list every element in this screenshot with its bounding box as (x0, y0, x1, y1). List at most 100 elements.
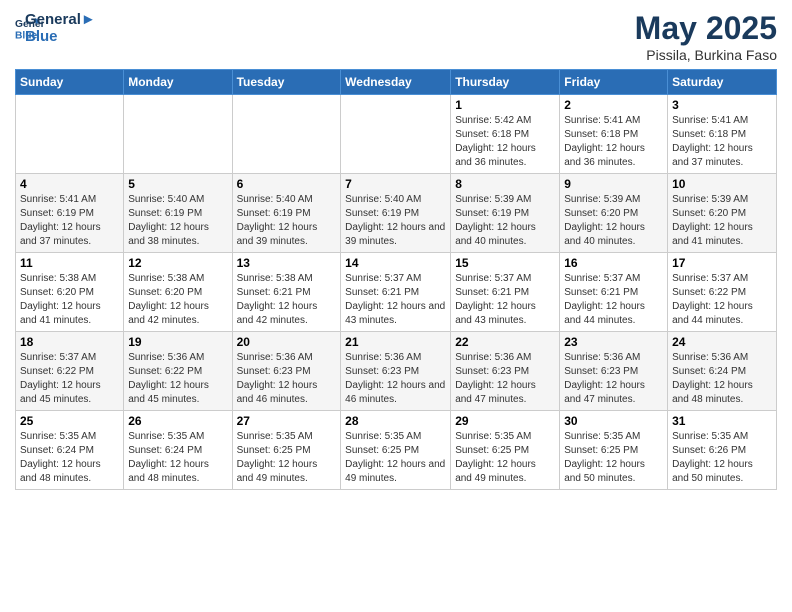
day-number: 23 (564, 335, 663, 349)
day-number: 12 (128, 256, 227, 270)
table-row (124, 95, 232, 174)
col-thursday: Thursday (451, 70, 560, 95)
table-row: 31 Sunrise: 5:35 AM Sunset: 6:26 PM Dayli… (668, 411, 777, 490)
table-row: 26Sunrise: 5:35 AM Sunset: 6:24 PM Dayli… (124, 411, 232, 490)
day-number: 9 (564, 177, 663, 191)
day-number: 7 (345, 177, 446, 191)
day-number: 22 (455, 335, 555, 349)
day-info: Sunrise: 5:37 AM Sunset: 6:22 PM Dayligh… (20, 351, 119, 407)
day-info: Sunrise: 5:37 AM Sunset: 6:21 PM Dayligh… (345, 272, 446, 328)
day-number: 19 (128, 335, 227, 349)
day-number: 29 (455, 414, 555, 428)
table-row: 7 Sunrise: 5:40 AM Sunset: 6:19 PM Daylig… (341, 174, 451, 253)
col-monday: Monday (124, 70, 232, 95)
table-row: 9 Sunrise: 5:39 AM Sunset: 6:20 PM Daylig… (560, 174, 668, 253)
table-row: 14 Sunrise: 5:37 AM Sunset: 6:21 PM Dayli… (341, 253, 451, 332)
day-info: Sunrise: 5:41 AM Sunset: 6:19 PM Dayligh… (20, 193, 119, 249)
day-info: Sunrise: 5:35 AM Sunset: 6:24 PM Dayligh… (20, 430, 119, 486)
day-number: 11 (20, 256, 119, 270)
table-row: 20 Sunrise: 5:36 AM Sunset: 6:23 PM Dayli… (232, 332, 341, 411)
day-info: Sunrise: 5:40 AM Sunset: 6:19 PM Dayligh… (128, 193, 227, 249)
day-info: Sunrise: 5:40 AM Sunset: 6:19 PM Dayligh… (237, 193, 337, 249)
table-row: 1 Sunrise: 5:42 AM Sunset: 6:18 PM Daylig… (451, 95, 560, 174)
day-number: 10 (672, 177, 772, 191)
calendar-week-1: 1 Sunrise: 5:42 AM Sunset: 6:18 PM Daylig… (16, 95, 777, 174)
day-info: Sunrise: 5:37 AM Sunset: 6:21 PM Dayligh… (455, 272, 555, 328)
day-number: 17 (672, 256, 772, 270)
header: General Blue General► Blue May 2025 Piss… (15, 10, 777, 63)
table-row: 28 Sunrise: 5:35 AM Sunset: 6:25 PM Dayli… (341, 411, 451, 490)
day-number: 5 (128, 177, 227, 191)
table-row: 3Sunrise: 5:41 AM Sunset: 6:18 PM Daylig… (668, 95, 777, 174)
table-row: 6 Sunrise: 5:40 AM Sunset: 6:19 PM Daylig… (232, 174, 341, 253)
day-info: Sunrise: 5:38 AM Sunset: 6:20 PM Dayligh… (128, 272, 227, 328)
col-tuesday: Tuesday (232, 70, 341, 95)
table-row: 27Sunrise: 5:35 AM Sunset: 6:25 PM Dayli… (232, 411, 341, 490)
table-row: 30 Sunrise: 5:35 AM Sunset: 6:25 PM Dayli… (560, 411, 668, 490)
day-number: 16 (564, 256, 663, 270)
table-row: 25 Sunrise: 5:35 AM Sunset: 6:24 PM Dayli… (16, 411, 124, 490)
title-block: May 2025 Pissila, Burkina Faso (635, 10, 777, 63)
day-number: 26 (128, 414, 227, 428)
calendar-week-3: 11 Sunrise: 5:38 AM Sunset: 6:20 PM Dayli… (16, 253, 777, 332)
day-info: Sunrise: 5:42 AM Sunset: 6:18 PM Dayligh… (455, 114, 555, 170)
day-info: Sunrise: 5:35 AM Sunset: 6:25 PM Dayligh… (345, 430, 446, 486)
day-number: 18 (20, 335, 119, 349)
day-info: Sunrise: 5:39 AM Sunset: 6:20 PM Dayligh… (564, 193, 663, 249)
table-row: 19 Sunrise: 5:36 AM Sunset: 6:22 PM Dayli… (124, 332, 232, 411)
day-number: 25 (20, 414, 119, 428)
day-number: 21 (345, 335, 446, 349)
day-info: Sunrise: 5:36 AM Sunset: 6:22 PM Dayligh… (128, 351, 227, 407)
day-info: Sunrise: 5:37 AM Sunset: 6:22 PM Dayligh… (672, 272, 772, 328)
table-row: 4 Sunrise: 5:41 AM Sunset: 6:19 PM Daylig… (16, 174, 124, 253)
day-number: 13 (237, 256, 337, 270)
day-number: 28 (345, 414, 446, 428)
day-info: Sunrise: 5:36 AM Sunset: 6:23 PM Dayligh… (345, 351, 446, 407)
day-number: 6 (237, 177, 337, 191)
day-info: Sunrise: 5:36 AM Sunset: 6:23 PM Dayligh… (564, 351, 663, 407)
month-title: May 2025 (635, 10, 777, 47)
calendar-week-5: 25 Sunrise: 5:35 AM Sunset: 6:24 PM Dayli… (16, 411, 777, 490)
day-number: 15 (455, 256, 555, 270)
table-row: 12 Sunrise: 5:38 AM Sunset: 6:20 PM Dayli… (124, 253, 232, 332)
day-number: 31 (672, 414, 772, 428)
day-number: 30 (564, 414, 663, 428)
calendar-week-2: 4 Sunrise: 5:41 AM Sunset: 6:19 PM Daylig… (16, 174, 777, 253)
day-info: Sunrise: 5:36 AM Sunset: 6:23 PM Dayligh… (455, 351, 555, 407)
day-info: Sunrise: 5:39 AM Sunset: 6:19 PM Dayligh… (455, 193, 555, 249)
day-info: Sunrise: 5:35 AM Sunset: 6:25 PM Dayligh… (237, 430, 337, 486)
table-row: 15 Sunrise: 5:37 AM Sunset: 6:21 PM Dayli… (451, 253, 560, 332)
table-row: 8 Sunrise: 5:39 AM Sunset: 6:19 PM Daylig… (451, 174, 560, 253)
logo: General Blue General► Blue (15, 10, 96, 45)
table-row: 21 Sunrise: 5:36 AM Sunset: 6:23 PM Dayli… (341, 332, 451, 411)
day-info: Sunrise: 5:35 AM Sunset: 6:25 PM Dayligh… (455, 430, 555, 486)
location: Pissila, Burkina Faso (635, 47, 777, 63)
table-row (341, 95, 451, 174)
day-number: 3 (672, 98, 772, 112)
day-info: Sunrise: 5:38 AM Sunset: 6:20 PM Dayligh… (20, 272, 119, 328)
calendar-table: Sunday Monday Tuesday Wednesday Thursday… (15, 69, 777, 490)
day-info: Sunrise: 5:35 AM Sunset: 6:26 PM Dayligh… (672, 430, 772, 486)
day-info: Sunrise: 5:36 AM Sunset: 6:23 PM Dayligh… (237, 351, 337, 407)
table-row: 24 Sunrise: 5:36 AM Sunset: 6:24 PM Dayli… (668, 332, 777, 411)
day-number: 20 (237, 335, 337, 349)
table-row: 29 Sunrise: 5:35 AM Sunset: 6:25 PM Dayli… (451, 411, 560, 490)
logo-text: General► (25, 12, 96, 29)
logo-blue-text: Blue (25, 29, 96, 46)
table-row (16, 95, 124, 174)
day-info: Sunrise: 5:40 AM Sunset: 6:19 PM Dayligh… (345, 193, 446, 249)
day-info: Sunrise: 5:41 AM Sunset: 6:18 PM Dayligh… (564, 114, 663, 170)
col-wednesday: Wednesday (341, 70, 451, 95)
table-row: 23 Sunrise: 5:36 AM Sunset: 6:23 PM Dayli… (560, 332, 668, 411)
day-info: Sunrise: 5:35 AM Sunset: 6:25 PM Dayligh… (564, 430, 663, 486)
day-number: 24 (672, 335, 772, 349)
day-number: 4 (20, 177, 119, 191)
table-row: 13Sunrise: 5:38 AM Sunset: 6:21 PM Dayli… (232, 253, 341, 332)
day-number: 1 (455, 98, 555, 112)
col-friday: Friday (560, 70, 668, 95)
day-number: 8 (455, 177, 555, 191)
table-row: 22 Sunrise: 5:36 AM Sunset: 6:23 PM Dayli… (451, 332, 560, 411)
day-number: 14 (345, 256, 446, 270)
day-info: Sunrise: 5:36 AM Sunset: 6:24 PM Dayligh… (672, 351, 772, 407)
calendar-header-row: Sunday Monday Tuesday Wednesday Thursday… (16, 70, 777, 95)
